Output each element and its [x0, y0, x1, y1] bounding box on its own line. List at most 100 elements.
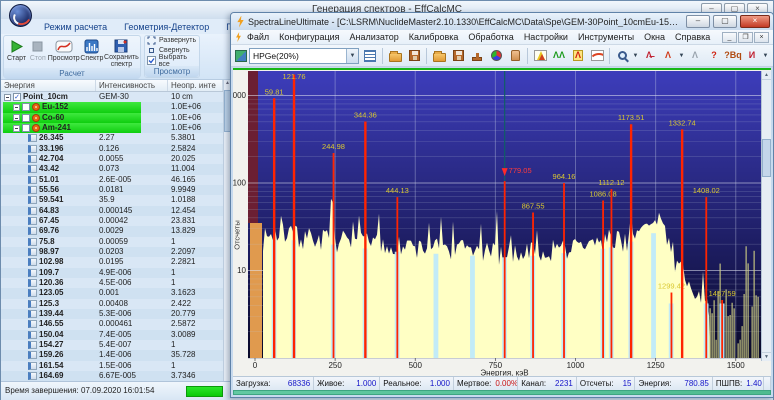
table-row[interactable]: 26.3452.275.3801 [1, 133, 223, 143]
menu-9[interactable]: Справка [670, 32, 715, 42]
table-row[interactable]: 109.74.9E-0061 [1, 268, 223, 278]
open-folder-icon[interactable] [430, 47, 448, 65]
hand-tool-icon[interactable] [506, 47, 524, 65]
svg-text:964.16: 964.16 [553, 172, 576, 181]
chevron-down-icon[interactable]: ▼ [678, 53, 685, 59]
column-uncertainty[interactable]: Неопр. инте [168, 80, 223, 91]
peak-smooth-icon[interactable]: Λ [686, 47, 704, 65]
expand-toggle[interactable] [13, 125, 20, 132]
select-all-button[interactable]: Выбрать все [145, 55, 199, 66]
zoom-icon[interactable] [613, 47, 631, 65]
nuclide-marks-icon[interactable]: И [743, 47, 761, 65]
table-row[interactable]: 146.550.0004612.5872 [1, 319, 223, 329]
spectraline-title: SpectraLineUltimate - [C:\LSRM\NuclideMa… [248, 17, 683, 27]
menu-2[interactable]: Конфигурация [274, 32, 344, 42]
scroll-down-arrow[interactable]: ▼ [762, 352, 771, 361]
table-row[interactable]: 125.30.004082.422 [1, 299, 223, 309]
table-row[interactable]: Am-2411.0E+06 [1, 123, 223, 133]
spectrum-chart[interactable]: 59.81121.76244.98344.36444.13779.05867.5… [233, 70, 773, 376]
menu-1[interactable]: Файл [242, 32, 274, 42]
table-row[interactable]: 139.445.3E-00620.779 [1, 309, 223, 319]
table-row[interactable]: 75.80.000591 [1, 237, 223, 247]
expand-toggle[interactable] [4, 94, 11, 101]
svg-text:1457.59: 1457.59 [709, 289, 736, 298]
menu-5[interactable]: Обработка [463, 32, 518, 42]
peak-fit-icon[interactable]: Λ [569, 47, 587, 65]
chevron-down-icon[interactable]: ▼ [762, 53, 769, 59]
spectraline-app-icon [236, 16, 245, 28]
spectraline-titlebar[interactable]: SpectraLineUltimate - [C:\LSRM\NuclideMa… [231, 13, 773, 30]
peak-search-icon[interactable]: ΛΛ [550, 47, 568, 65]
chevron-down-icon[interactable]: ▼ [632, 53, 639, 59]
tab-geometriya-detektor[interactable]: Геометрия-Детектор [117, 21, 216, 34]
expand-all-button[interactable]: Развернуть [145, 36, 199, 46]
menu-4[interactable]: Калибровка [404, 32, 464, 42]
table-row[interactable]: 67.450.0004223.831 [1, 216, 223, 226]
scroll-up-arrow[interactable]: ▲ [762, 71, 771, 80]
chevron-down-icon[interactable]: ▼ [346, 49, 358, 63]
table-row[interactable]: 161.541.5E-0061 [1, 361, 223, 371]
spectrum-button[interactable]: Спектр [80, 37, 104, 68]
row-checkbox[interactable] [22, 124, 30, 132]
detector-select-icon[interactable] [235, 50, 247, 62]
table-row[interactable]: 120.364.5E-0061 [1, 278, 223, 288]
efficiency-curve-icon[interactable] [588, 47, 606, 65]
row-checkbox[interactable] [22, 103, 30, 111]
app-logo-icon[interactable] [9, 4, 32, 27]
table-row[interactable]: 55.560.01819.9949 [1, 185, 223, 195]
sp-close-button[interactable]: × [740, 15, 770, 28]
nuclide-library-icon[interactable] [487, 47, 505, 65]
detector-combo[interactable]: HPGe(20%) ▼ [249, 48, 359, 64]
table-row[interactable]: 33.1960.1262.5824 [1, 144, 223, 154]
table-row[interactable]: 43.420.07311.004 [1, 164, 223, 174]
table-row[interactable]: 102.980.01952.2821 [1, 257, 223, 267]
print-icon[interactable] [468, 47, 486, 65]
start-button[interactable]: Старт [5, 37, 28, 68]
menu-3[interactable]: Анализатор [345, 32, 404, 42]
column-energy[interactable]: Энергия [1, 80, 96, 91]
menu-8[interactable]: Окна [639, 32, 670, 42]
expand-toggle[interactable] [13, 114, 20, 121]
detector-props-icon[interactable] [361, 47, 379, 65]
table-row[interactable]: 150.047.4E-0053.0089 [1, 330, 223, 340]
table-row[interactable]: 51.012.6E-00546.165 [1, 175, 223, 185]
mdi-close-button[interactable]: × [754, 32, 769, 43]
preview-button[interactable]: Просмотр [48, 37, 80, 68]
gamma-line-icon [28, 207, 37, 215]
activity-icon[interactable]: ?Bq [724, 47, 742, 65]
mdi-restore-button[interactable]: ❐ [738, 32, 753, 43]
column-intensity[interactable]: Интенсивность [96, 80, 168, 91]
table-row[interactable]: 164.696.67E-0053.7346 [1, 371, 223, 381]
save-spectrum-button[interactable]: Сохранить спектр [104, 37, 139, 68]
peak-add-icon[interactable]: Λ [659, 47, 677, 65]
menu-6[interactable]: Настройки [519, 32, 573, 42]
sp-minimize-button[interactable]: – [686, 15, 710, 28]
expand-toggle[interactable] [13, 104, 20, 111]
open-spectrum-icon[interactable] [386, 47, 404, 65]
table-row[interactable]: Co-601.0E+06 [1, 113, 223, 123]
table-row[interactable]: Eu-1521.0E+06 [1, 102, 223, 112]
menu-7[interactable]: Инструменты [573, 32, 639, 42]
plot-scrollbar[interactable]: ▲ ▼ [761, 71, 771, 361]
peak-delete-icon[interactable]: Λ̶ [640, 47, 658, 65]
table-row[interactable]: 98.970.02032.2097 [1, 247, 223, 257]
tab-rezhim-rascheta[interactable]: Режим расчета [37, 21, 114, 34]
plot-scrollbar-thumb[interactable] [762, 139, 771, 177]
row-checkbox[interactable]: ✓ [13, 93, 21, 101]
mdi-minimize-button[interactable]: _ [722, 32, 737, 43]
save-icon[interactable] [449, 47, 467, 65]
save-spectrum-icon[interactable] [405, 47, 423, 65]
identify-icon[interactable]: ? [705, 47, 723, 65]
table-row[interactable]: 123.050.0013.1623 [1, 288, 223, 298]
table-row[interactable]: 159.261.4E-00635.728 [1, 350, 223, 360]
table-row[interactable]: ✓Point_10cmGEM-3010 cm [1, 92, 223, 102]
table-row[interactable]: 69.760.002913.829 [1, 226, 223, 236]
spectrum-view-icon[interactable] [531, 47, 549, 65]
row-checkbox[interactable] [22, 114, 30, 122]
table-row[interactable]: 154.275.4E-0071 [1, 340, 223, 350]
table-row[interactable]: 42.7040.005520.025 [1, 154, 223, 164]
table-row[interactable]: 59.54135.91.0188 [1, 195, 223, 205]
status-segment: Реальное:1.000 [380, 377, 454, 390]
table-row[interactable]: 64.830.00014512.454 [1, 206, 223, 216]
sp-maximize-button[interactable]: ▢ [713, 15, 737, 28]
